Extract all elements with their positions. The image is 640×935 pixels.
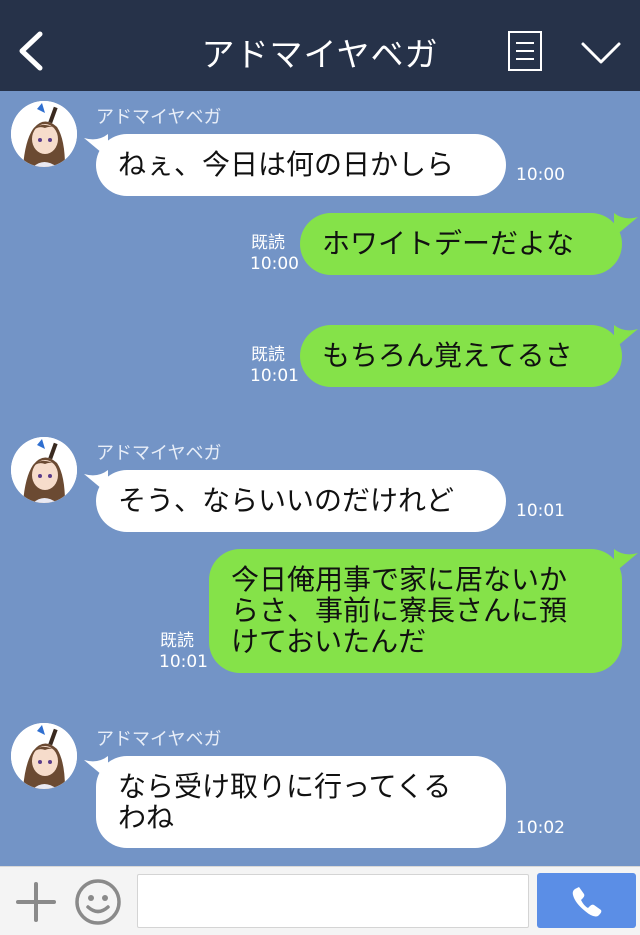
message-list[interactable]: アドマイヤベガ ねぇ、今日は何の日かしら 10:00 既読 10:00 ホワイト… xyxy=(0,91,640,866)
message-time: 10:00 xyxy=(516,165,565,185)
menu-icon[interactable] xyxy=(508,31,542,71)
read-receipt: 既読 xyxy=(160,631,194,651)
avatar[interactable] xyxy=(11,437,77,503)
phone-icon xyxy=(572,887,602,917)
message-time: 10:01 xyxy=(516,501,565,521)
message-input[interactable] xyxy=(137,874,529,928)
sender-name: アドマイヤベガ xyxy=(96,107,222,128)
message-bubble[interactable]: もちろん覚えてるさ xyxy=(300,325,622,387)
message-time: 10:00 xyxy=(250,254,299,274)
sender-name: アドマイヤベガ xyxy=(96,443,222,464)
bubble-tail xyxy=(614,213,638,237)
message-bubble[interactable]: そう、ならいいのだけれど xyxy=(96,470,506,532)
read-receipt: 既読 xyxy=(251,233,285,253)
avatar[interactable] xyxy=(11,723,77,789)
bubble-tail xyxy=(614,325,638,349)
smile-icon[interactable] xyxy=(74,878,122,926)
chat-header: アドマイヤベガ xyxy=(0,0,640,91)
message-time: 10:01 xyxy=(159,652,208,672)
message-line: なら受け取りに行ってくる xyxy=(118,770,452,803)
message-bubble[interactable]: ねぇ、今日は何の日かしら xyxy=(96,134,506,196)
bubble-tail xyxy=(614,549,638,573)
message-time: 10:01 xyxy=(250,366,299,386)
message-line: 今日俺用事で家に居ないか xyxy=(231,563,568,596)
sender-name: アドマイヤベガ xyxy=(96,729,222,750)
message-line: らさ、事前に寮長さんに預 xyxy=(231,594,568,627)
input-bar xyxy=(0,866,640,935)
message-time: 10:02 xyxy=(516,818,565,838)
chevron-down-icon[interactable] xyxy=(580,40,622,66)
message-text: そう、ならいいのだけれど xyxy=(118,484,455,517)
message-text: ねぇ、今日は何の日かしら xyxy=(118,148,455,181)
avatar[interactable] xyxy=(11,101,77,167)
chat-title: アドマイヤベガ xyxy=(201,35,439,74)
message-bubble[interactable]: ホワイトデーだよな xyxy=(300,213,622,275)
plus-icon[interactable] xyxy=(16,882,56,922)
message-text: もちろん覚えてるさ xyxy=(322,339,573,372)
message-text: ホワイトデーだよな xyxy=(322,227,575,260)
read-receipt: 既読 xyxy=(251,345,285,365)
message-line: けておいたんだ xyxy=(231,625,427,658)
message-line: わね xyxy=(118,801,175,834)
message-bubble[interactable]: なら受け取りに行ってくる わね xyxy=(96,756,506,848)
call-button[interactable] xyxy=(537,873,636,928)
message-bubble[interactable]: 今日俺用事で家に居ないか らさ、事前に寮長さんに預 けておいたんだ xyxy=(209,549,622,673)
